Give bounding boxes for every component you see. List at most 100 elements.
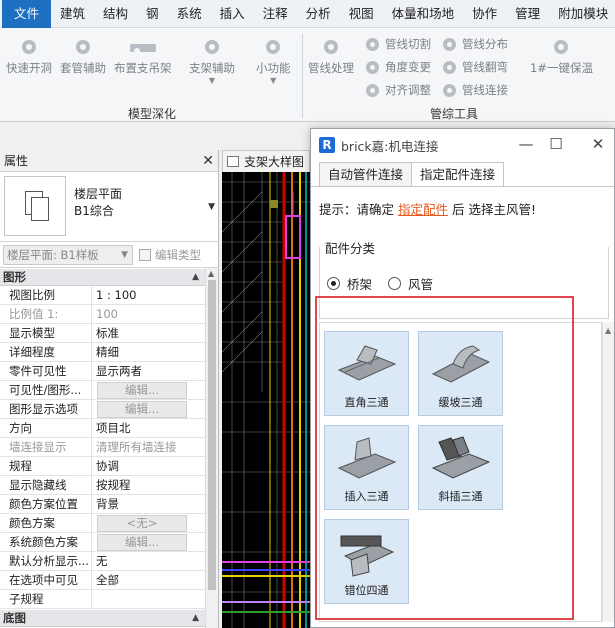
radio-bridge-label[interactable]: 桥架 [347,274,372,293]
radio-bridge[interactable] [327,277,340,290]
radio-duct[interactable] [388,277,402,290]
pipe-distribute-button[interactable]: 管线分布 [443,36,508,52]
prop-value[interactable]: 背景 [96,495,204,514]
one-key-insulate-button[interactable]: 1#一键保温 [530,40,593,76]
minimize-icon[interactable]: — [517,135,535,153]
menu-manage[interactable]: 管理 [506,0,549,28]
prop-row: 零件可见性 显示两者 [0,362,205,381]
radio-duct-label[interactable]: 风管 [408,274,433,293]
prop-key: 颜色方案位置 [0,495,92,514]
menu-view[interactable]: 视图 [340,0,383,28]
scroll-up-icon[interactable]: ▲ [208,269,214,278]
scroll-up-icon[interactable]: ▲ [605,326,611,335]
casing-aid-button[interactable]: 套管辅助 [60,40,106,76]
pipe-flip-button[interactable]: 管线翻弯 [443,59,508,75]
tool-icon [366,60,379,74]
tool-icon [205,40,219,54]
edit-type-button[interactable]: 编辑类型 [139,247,201,263]
view-tab[interactable]: 支架大样图 [222,150,310,172]
menu-analyze[interactable]: 分析 [297,0,340,28]
type-selector[interactable]: 楼层平面 B1综合 ▼ [0,172,219,242]
tab-auto-connect[interactable]: 自动管件连接 [319,162,413,187]
menu-insert[interactable]: 插入 [211,0,254,28]
menu-steel[interactable]: 钢 [137,0,168,28]
section-base[interactable]: 底图 ▲ [0,610,205,627]
prop-row: 在选项中可见 全部 [0,571,205,590]
tool-icon [443,37,456,51]
menu-addins[interactable]: 附加模块 [549,0,615,28]
layout-hanger-label: 布置支吊架 [114,61,172,75]
maximize-icon[interactable]: ☐ [547,135,565,153]
layout-hanger-button[interactable]: 布置支吊架 [114,40,172,76]
properties-header: 属性 ✕ [0,150,218,172]
color-scheme-button[interactable]: <无> [97,515,187,532]
menu-collaborate[interactable]: 协作 [463,0,506,28]
prop-key: 图形显示选项 [0,400,92,419]
prop-value[interactable]: 精细 [96,343,204,362]
scrollbar-thumb[interactable] [208,280,216,590]
properties-title: 属性 [4,154,29,168]
prop-row: 子规程 [0,590,205,609]
view-tab-label: 支架大样图 [244,155,305,169]
prop-row: 可见性/图形... 编辑... [0,381,205,400]
dialog-tabs: 自动管件连接 指定配件连接 [319,162,505,187]
parts-scrollbar[interactable]: ▲ [602,322,614,622]
prop-value[interactable]: 全部 [96,571,204,590]
chevron-down-icon[interactable]: ▼ [208,202,215,212]
prop-key: 颜色方案 [0,514,92,533]
prop-value[interactable]: 协调 [96,457,204,476]
dialog-titlebar[interactable]: R brick嘉:机电连接 — ☐ ✕ [311,129,614,161]
menu-massing-site[interactable]: 体量和场地 [383,0,464,28]
prop-value[interactable]: 1 : 100 [96,286,204,305]
hanger-icon [129,44,156,54]
pipe-process-button[interactable]: 管线处理 [308,40,354,76]
close-icon[interactable]: ✕ [589,135,607,153]
menu-file[interactable]: 文件 [2,0,52,28]
one-key-insulate-label: 1#一键保温 [530,61,593,75]
menu-architecture[interactable]: 建筑 [51,0,94,28]
visibility-edit-button[interactable]: 编辑... [97,382,187,399]
prop-row: 规程 协调 [0,457,205,476]
floor-plan-icon [4,176,66,236]
tool-icon [366,83,379,97]
instance-select[interactable]: 楼层平面: B1样板 ▼ [3,244,133,265]
menu-systems[interactable]: 系统 [168,0,211,28]
ribbon-divider [302,34,303,118]
close-icon[interactable]: ✕ [202,153,214,169]
instance-row: 楼层平面: B1样板 ▼ 编辑类型 [0,242,219,268]
tab-specified-connect[interactable]: 指定配件连接 [411,162,505,187]
prop-row: 详细程度 精细 [0,343,205,362]
properties-scrollbar[interactable]: ▲ [205,268,218,628]
angle-change-label: 角度变更 [385,60,431,74]
hint-suffix: 后 选择主风管! [452,202,536,217]
menu-structure[interactable]: 结构 [94,0,137,28]
pipe-cut-button[interactable]: 管线切割 [366,36,431,52]
quick-open-hole-button[interactable]: 快速开洞 [6,40,52,76]
angle-change-button[interactable]: 角度变更 [366,59,431,75]
prop-value[interactable]: 无 [96,552,204,571]
edit-type-icon [139,248,151,261]
prop-value[interactable]: 标准 [96,324,204,343]
prop-row: 颜色方案 <无> [0,514,205,533]
support-aid-button[interactable]: 支架辅助 ▼ [189,40,235,86]
prop-value[interactable]: 显示两者 [96,362,204,381]
system-color-edit-button[interactable]: 编辑... [97,534,187,551]
prop-value[interactable]: 项目北 [96,419,204,438]
menu-annotate[interactable]: 注释 [254,0,297,28]
align-adjust-button[interactable]: 对齐调整 [366,82,431,98]
prop-value[interactable] [96,590,204,609]
drawing-canvas[interactable] [222,172,312,628]
prop-value[interactable]: 按规程 [96,476,204,495]
prop-key: 可见性/图形... [0,381,92,400]
graphic-display-edit-button[interactable]: 编辑... [97,401,187,418]
section-graphics[interactable]: 图形 ▲ [0,269,205,286]
category-group-label: 配件分类 [323,238,378,257]
connect-dialog: R brick嘉:机电连接 — ☐ ✕ 自动管件连接 指定配件连接 提示：请确定… [310,128,615,628]
prop-row: 系统颜色方案 编辑... [0,533,205,552]
pipe-connect-button[interactable]: 管线连接 [443,82,508,98]
prop-row: 视图比例 1 : 100 [0,286,205,305]
small-func-button[interactable]: 小功能 ▼ [256,40,291,86]
group-title-pipe-tools: 管综工具 [430,107,479,121]
tool-icon [76,40,90,54]
ribbon: 快速开洞 套管辅助 布置支吊架 支架辅助 ▼ 小功能 ▼ 管线处理 管线切割 角… [0,28,615,122]
